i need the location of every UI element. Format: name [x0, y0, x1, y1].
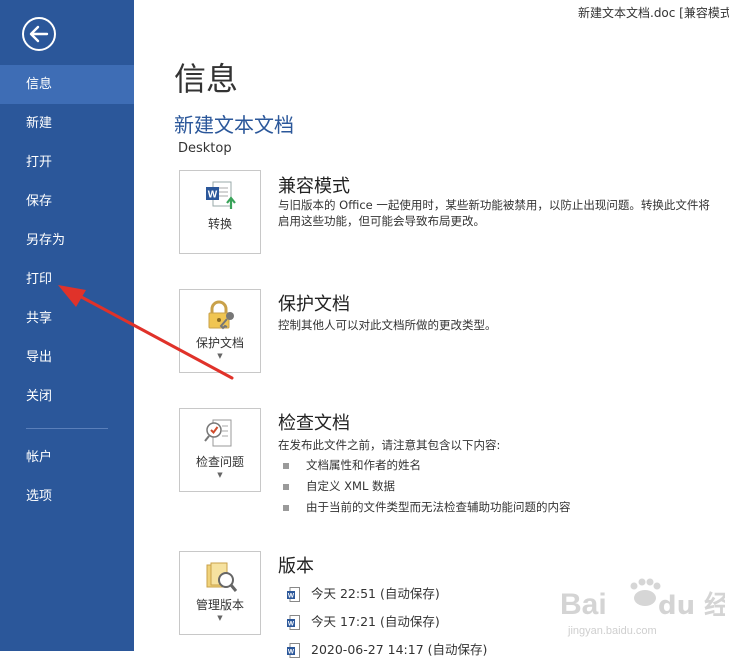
inspect-title: 检查文档	[278, 413, 350, 434]
document-name: 新建文本文档	[174, 113, 294, 137]
compat-desc-line-2: 启用这些功能，但可能会导致布局更改。	[278, 214, 485, 228]
protect-desc: 控制其他人可以对此文档所做的更改类型。	[278, 318, 497, 332]
version-item[interactable]: W 2020-06-27 14:17 (自动保存)	[287, 639, 487, 658]
sidebar-item-close[interactable]: 关闭	[0, 377, 134, 416]
sidebar-item-account[interactable]: 帐户	[0, 438, 134, 477]
sidebar-item-save-as[interactable]: 另存为	[0, 221, 134, 260]
version-item[interactable]: W 今天 22:51 (自动保存)	[287, 583, 440, 602]
sidebar-item-info[interactable]: 信息	[0, 65, 134, 104]
sidebar-item-export[interactable]: 导出	[0, 338, 134, 377]
versions-title: 版本	[278, 556, 314, 577]
check-issues-button[interactable]: 检查问题 ▼	[179, 408, 261, 492]
back-arrow-icon[interactable]	[21, 16, 57, 52]
baidu-jingyan-watermark: Bai du 经验 jingyan.baidu.com	[560, 578, 725, 637]
list-item: 文档属性和作者的姓名	[283, 457, 421, 473]
protect-title: 保护文档	[278, 294, 350, 315]
window-title: 新建文本文档.doc [兼容模式	[578, 6, 729, 20]
protect-document-button[interactable]: 保护文档 ▼	[179, 289, 261, 373]
list-item-text: 自定义 XML 数据	[306, 479, 396, 493]
convert-label: 转换	[207, 217, 232, 231]
sidebar-item-options[interactable]: 选项	[0, 477, 134, 516]
protect-document-label: 保护文档	[195, 336, 244, 350]
list-item: 由于当前的文件类型而无法检查辅助功能问题的内容	[283, 499, 571, 515]
bullet-icon	[283, 483, 289, 490]
bullet-icon	[283, 504, 289, 511]
watermark-url: jingyan.baidu.com	[567, 625, 657, 637]
word-convert-icon: W	[206, 181, 236, 209]
checklist-icon	[204, 419, 232, 447]
watermark-text: Bai	[560, 588, 607, 621]
sidebar-item-save[interactable]: 保存	[0, 182, 134, 221]
chevron-down-icon: ▼	[217, 471, 223, 479]
backstage-sidebar: 信息 新建 打开 保存 另存为 打印 共享 导出 关闭 帐户 选项	[0, 0, 134, 651]
version-label: 今天 22:51 (自动保存)	[311, 586, 440, 601]
page-title: 信息	[174, 60, 239, 98]
convert-button[interactable]: W 转换	[179, 170, 261, 254]
sidebar-divider	[26, 428, 108, 429]
lock-key-icon	[208, 300, 234, 330]
watermark-text: du 经验	[658, 590, 725, 621]
bullet-icon	[283, 462, 289, 469]
word-doc-icon: W	[287, 587, 300, 602]
version-item[interactable]: W 今天 17:21 (自动保存)	[287, 611, 440, 630]
version-label: 今天 17:21 (自动保存)	[311, 614, 440, 629]
svg-text:W: W	[288, 621, 295, 628]
svg-text:W: W	[288, 649, 295, 656]
word-doc-icon: W	[287, 615, 300, 630]
sidebar-item-print[interactable]: 打印	[0, 260, 134, 299]
check-issues-label: 检查问题	[195, 455, 244, 469]
manage-versions-button[interactable]: 管理版本 ▼	[179, 551, 261, 635]
compat-title: 兼容模式	[278, 176, 350, 197]
list-item-text: 文档属性和作者的姓名	[306, 458, 421, 472]
inspect-desc: 在发布此文件之前，请注意其包含以下内容:	[278, 438, 501, 452]
svg-text:W: W	[288, 593, 295, 600]
chevron-down-icon: ▼	[217, 352, 223, 360]
manage-versions-label: 管理版本	[195, 598, 244, 612]
sidebar-item-new[interactable]: 新建	[0, 104, 134, 143]
list-item: 自定义 XML 数据	[283, 478, 395, 494]
chevron-down-icon: ▼	[217, 614, 223, 622]
document-path: Desktop	[178, 141, 232, 156]
svg-text:W: W	[208, 190, 218, 201]
manage-versions-icon	[206, 562, 238, 592]
sidebar-item-share[interactable]: 共享	[0, 299, 134, 338]
sidebar-item-open[interactable]: 打开	[0, 143, 134, 182]
version-label: 2020-06-27 14:17 (自动保存)	[311, 642, 488, 657]
list-item-text: 由于当前的文件类型而无法检查辅助功能问题的内容	[306, 500, 571, 514]
